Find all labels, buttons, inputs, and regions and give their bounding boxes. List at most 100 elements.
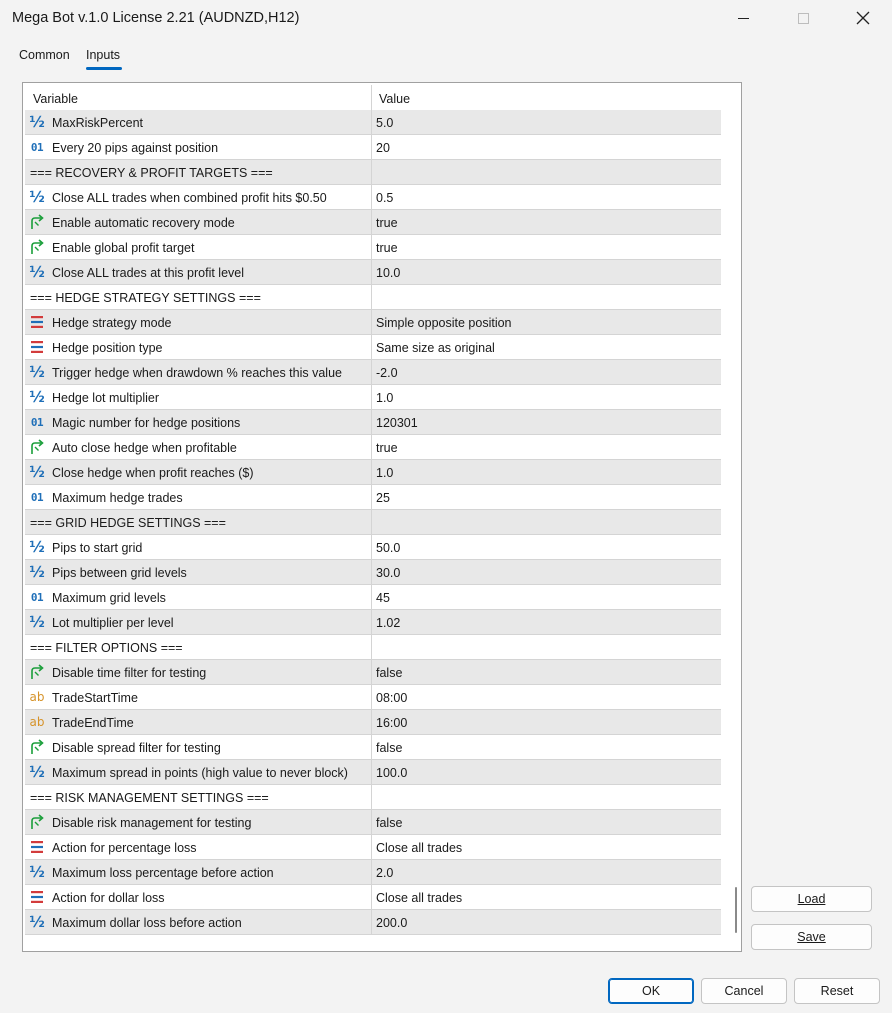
active-tab-indicator (86, 67, 122, 70)
column-header-variable[interactable]: Variable (33, 92, 78, 106)
input-row[interactable]: ½ Close ALL trades when combined profit h… (25, 185, 721, 210)
section-header-row[interactable]: === FILTER OPTIONS === (25, 635, 721, 660)
variable-value[interactable]: -2.0 (376, 366, 398, 380)
bool-arrow-icon (29, 439, 45, 455)
variable-value[interactable]: false (376, 816, 402, 830)
input-row[interactable]: 01 Magic number for hedge positions 120301 (25, 410, 721, 435)
variable-value[interactable]: true (376, 441, 398, 455)
input-row[interactable]: ½ Maximum dollar loss before action 200.0 (25, 910, 721, 935)
input-row[interactable]: ½ Trigger hedge when drawdown % reaches t… (25, 360, 721, 385)
vertical-scrollbar[interactable] (729, 85, 741, 949)
section-header-row[interactable]: === GRID HEDGE SETTINGS === (25, 510, 721, 535)
close-button[interactable] (840, 0, 886, 36)
column-divider (371, 460, 372, 485)
column-divider (371, 435, 372, 460)
save-button[interactable]: Save (751, 924, 872, 950)
load-button[interactable]: Load (751, 886, 872, 912)
variable-value[interactable]: 30.0 (376, 566, 400, 580)
variable-value[interactable]: 5.0 (376, 116, 393, 130)
variable-value[interactable]: 08:00 (376, 691, 407, 705)
input-row[interactable]: 01 Maximum hedge trades 25 (25, 485, 721, 510)
tab-bar: Common Inputs (0, 38, 892, 70)
input-row[interactable]: ½ Pips between grid levels 30.0 (25, 560, 721, 585)
column-header-value[interactable]: Value (379, 92, 410, 106)
half-icon: ½ (29, 563, 45, 581)
variable-value[interactable]: 10.0 (376, 266, 400, 280)
input-row[interactable]: ½ Hedge lot multiplier 1.0 (25, 385, 721, 410)
input-row[interactable]: ab TradeStartTime 08:00 (25, 685, 721, 710)
column-divider[interactable] (371, 85, 372, 110)
scrollbar-thumb[interactable] (735, 887, 737, 933)
input-row[interactable]: ½ Close ALL trades at this profit level 10… (25, 260, 721, 285)
variable-name: TradeEndTime (52, 716, 134, 730)
variable-value[interactable]: 120301 (376, 416, 418, 430)
variable-name: Close ALL trades when combined profit hi… (52, 191, 327, 205)
tab-common[interactable]: Common (19, 48, 70, 62)
input-row[interactable]: ½ Maximum spread in points (high value to… (25, 760, 721, 785)
column-divider (371, 560, 372, 585)
maximize-button[interactable] (780, 0, 826, 36)
variable-value[interactable]: 2.0 (376, 866, 393, 880)
string-ab-icon: ab (29, 715, 45, 729)
input-row[interactable]: Action for percentage loss Close all trad… (25, 835, 721, 860)
input-row[interactable]: Enable automatic recovery mode true (25, 210, 721, 235)
variable-value[interactable]: 1.0 (376, 391, 393, 405)
input-row[interactable]: Hedge position type Same size as original (25, 335, 721, 360)
inputs-grid: Variable Value ½ MaxRiskPercent 5.0 01 Every… (22, 82, 742, 952)
reset-button[interactable]: Reset (794, 978, 880, 1004)
column-divider (371, 410, 372, 435)
input-row[interactable]: ½ MaxRiskPercent 5.0 (25, 110, 721, 135)
variable-value[interactable]: Simple opposite position (376, 316, 512, 330)
maximize-icon (797, 12, 809, 24)
input-row[interactable]: Auto close hedge when profitable true (25, 435, 721, 460)
variable-value[interactable]: false (376, 741, 402, 755)
input-row[interactable]: Action for dollar loss Close all trades (25, 885, 721, 910)
variable-name: Disable spread filter for testing (52, 741, 221, 755)
variable-value[interactable]: 50.0 (376, 541, 400, 555)
input-row[interactable]: Disable time filter for testing false (25, 660, 721, 685)
variable-value[interactable]: 100.0 (376, 766, 407, 780)
variable-value[interactable]: Close all trades (376, 891, 462, 905)
variable-value[interactable]: 25 (376, 491, 390, 505)
ok-button[interactable]: OK (608, 978, 694, 1004)
input-row[interactable]: Disable spread filter for testing false (25, 735, 721, 760)
variable-value[interactable]: 1.02 (376, 616, 400, 630)
variable-value[interactable]: 200.0 (376, 916, 407, 930)
dialog-footer: OK Cancel Reset (0, 968, 892, 1013)
inputs-grid-body: Variable Value ½ MaxRiskPercent 5.0 01 Every… (25, 85, 721, 949)
variable-value[interactable]: 1.0 (376, 466, 393, 480)
half-icon: ½ (29, 863, 45, 881)
variable-value[interactable]: 0.5 (376, 191, 393, 205)
input-row[interactable]: ½ Pips to start grid 50.0 (25, 535, 721, 560)
variable-value[interactable]: 45 (376, 591, 390, 605)
minimize-button[interactable] (720, 0, 766, 36)
half-icon: ½ (29, 263, 45, 281)
column-divider (371, 235, 372, 260)
column-divider (371, 835, 372, 860)
section-header-row[interactable]: === HEDGE STRATEGY SETTINGS === (25, 285, 721, 310)
tab-inputs[interactable]: Inputs (86, 48, 120, 62)
variable-name: Pips to start grid (52, 541, 143, 555)
variable-value[interactable]: true (376, 241, 398, 255)
input-row[interactable]: ab TradeEndTime 16:00 (25, 710, 721, 735)
variable-name: Enable global profit target (52, 241, 195, 255)
input-row[interactable]: Enable global profit target true (25, 235, 721, 260)
section-header-row[interactable]: === RISK MANAGEMENT SETTINGS === (25, 785, 721, 810)
section-header-row[interactable]: === RECOVERY & PROFIT TARGETS === (25, 160, 721, 185)
variable-value[interactable]: Close all trades (376, 841, 462, 855)
variable-value[interactable]: true (376, 216, 398, 230)
input-row[interactable]: Hedge strategy mode Simple opposite posit… (25, 310, 721, 335)
input-row[interactable]: ½ Close hedge when profit reaches ($) 1.0 (25, 460, 721, 485)
variable-value[interactable]: 20 (376, 141, 390, 155)
input-row[interactable]: ½ Lot multiplier per level 1.02 (25, 610, 721, 635)
variable-value[interactable]: false (376, 666, 402, 680)
input-row[interactable]: 01 Maximum grid levels 45 (25, 585, 721, 610)
input-row[interactable]: 01 Every 20 pips against position 20 (25, 135, 721, 160)
variable-name: Hedge position type (52, 341, 163, 355)
variable-value[interactable]: 16:00 (376, 716, 407, 730)
input-row[interactable]: ½ Maximum loss percentage before action 2.… (25, 860, 721, 885)
input-row[interactable]: Disable risk management for testing false (25, 810, 721, 835)
cancel-button[interactable]: Cancel (701, 978, 787, 1004)
variable-value[interactable]: Same size as original (376, 341, 495, 355)
column-divider (371, 260, 372, 285)
